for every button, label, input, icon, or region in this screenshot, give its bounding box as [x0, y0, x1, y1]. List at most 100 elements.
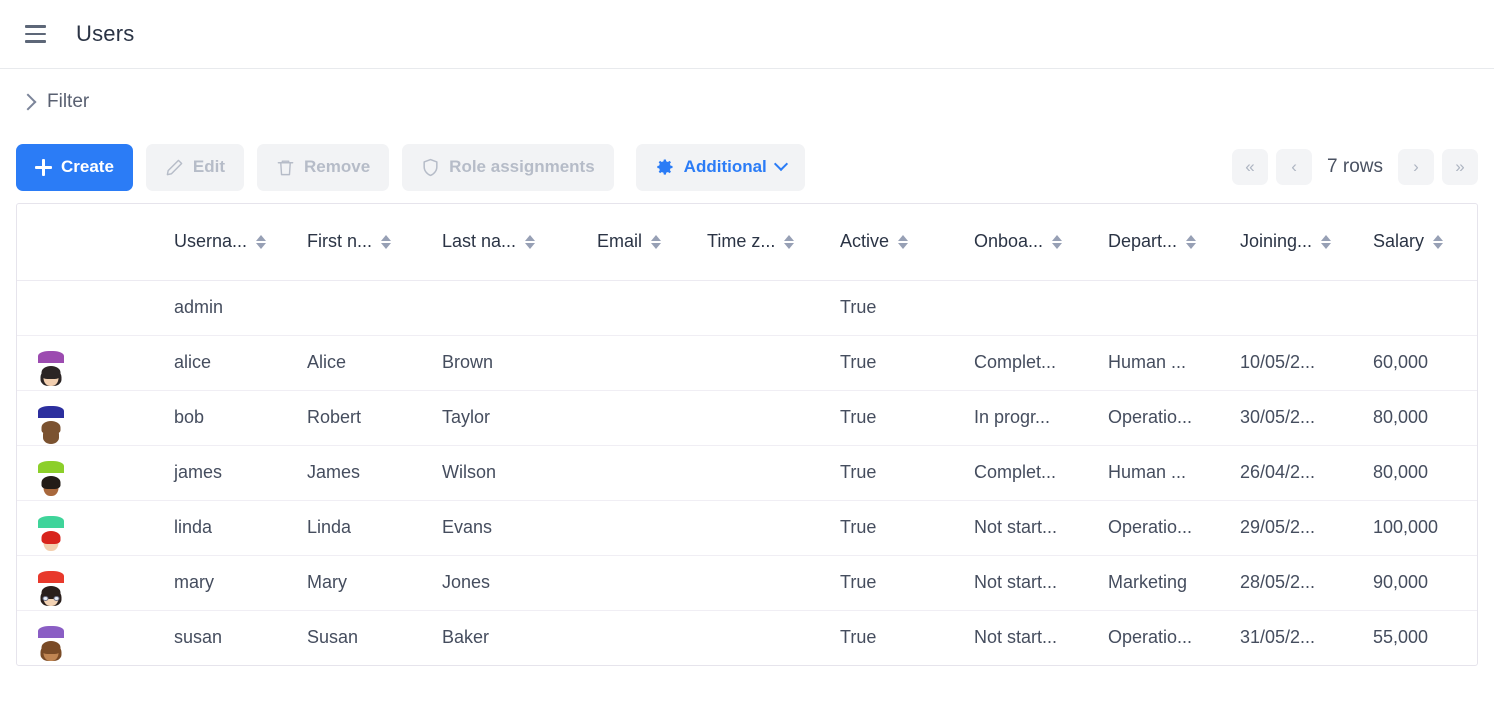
cell-joining [1228, 280, 1361, 335]
table-row[interactable]: bobRobertTaylorTrueIn progr...Operatio..… [17, 390, 1477, 445]
cell-tz [695, 390, 828, 445]
trash-icon [276, 158, 295, 177]
cell-email [585, 335, 695, 390]
column-header-active[interactable]: Active [828, 204, 962, 280]
edit-button-label: Edit [193, 157, 225, 177]
sort-arrows-icon[interactable] [784, 235, 794, 249]
column-header-first[interactable]: First n... [295, 204, 430, 280]
sort-arrows-icon[interactable] [1321, 235, 1331, 249]
cell-first: Susan [295, 610, 430, 665]
cell-avatar [17, 335, 162, 390]
column-header-tz[interactable]: Time z... [695, 204, 828, 280]
cell-tz [695, 445, 828, 500]
cell-tz [695, 610, 828, 665]
hamburger-bar [25, 33, 46, 36]
column-header-salary[interactable]: Salary [1361, 204, 1477, 280]
filter-label: Filter [47, 91, 89, 113]
column-header-inner: Joining... [1240, 231, 1331, 252]
table-row[interactable]: adminTrue [17, 280, 1477, 335]
cell-dept: Human ... [1096, 445, 1228, 500]
table-row[interactable]: jamesJamesWilsonTrueComplet...Human ...2… [17, 445, 1477, 500]
remove-button-label: Remove [304, 157, 370, 177]
cell-tz [695, 500, 828, 555]
edit-button[interactable]: Edit [146, 144, 244, 191]
additional-button[interactable]: Additional [636, 144, 805, 191]
pencil-icon [165, 158, 184, 177]
cell-onboard: Not start... [962, 500, 1096, 555]
cell-onboard: Not start... [962, 610, 1096, 665]
column-header-label: Depart... [1108, 231, 1177, 252]
sort-arrows-icon[interactable] [381, 235, 391, 249]
sort-arrows-icon[interactable] [256, 235, 266, 249]
last-page-button[interactable]: » [1442, 149, 1478, 185]
sort-arrows-icon[interactable] [1052, 235, 1062, 249]
cell-active: True [828, 445, 962, 500]
cell-dept: Operatio... [1096, 390, 1228, 445]
prev-page-button[interactable]: ‹ [1276, 149, 1312, 185]
table-header-row: Userna... First n... Last na... Email Time z… [17, 204, 1477, 280]
table-row[interactable]: lindaLindaEvansTrueNot start...Operatio.… [17, 500, 1477, 555]
cell-dept: Operatio... [1096, 500, 1228, 555]
sort-arrows-icon[interactable] [651, 235, 661, 249]
users-table: Userna... First n... Last na... Email Time z… [17, 204, 1477, 665]
table-row[interactable]: susanSusanBakerTrueNot start...Operatio.… [17, 610, 1477, 665]
cell-salary: 80,000 [1361, 390, 1477, 445]
filter-row: Filter [0, 69, 1494, 135]
cell-first [295, 280, 430, 335]
cell-username: admin [162, 280, 295, 335]
cell-active: True [828, 555, 962, 610]
column-header-label: Salary [1373, 231, 1424, 252]
cell-username: james [162, 445, 295, 500]
cell-first: Linda [295, 500, 430, 555]
column-header-inner: Depart... [1108, 231, 1196, 252]
column-header-inner: Email [597, 231, 661, 252]
cell-salary: 80,000 [1361, 445, 1477, 500]
column-header-joining[interactable]: Joining... [1228, 204, 1361, 280]
cell-joining: 31/05/2... [1228, 610, 1361, 665]
table-row[interactable]: maryMaryJonesTrueNot start...Marketing28… [17, 555, 1477, 610]
cell-email [585, 555, 695, 610]
table-header: Userna... First n... Last na... Email Time z… [17, 204, 1477, 280]
column-header-label: Onboa... [974, 231, 1043, 252]
column-header-label: First n... [307, 231, 372, 252]
column-header-email[interactable]: Email [585, 204, 695, 280]
column-header-username[interactable]: Userna... [162, 204, 295, 280]
column-header-inner: Userna... [174, 231, 266, 252]
cell-dept: Human ... [1096, 335, 1228, 390]
first-page-button[interactable]: « [1232, 149, 1268, 185]
column-header-dept[interactable]: Depart... [1096, 204, 1228, 280]
sort-arrows-icon[interactable] [898, 235, 908, 249]
cell-joining: 29/05/2... [1228, 500, 1361, 555]
cell-username: bob [162, 390, 295, 445]
app-bar: Users [0, 0, 1494, 69]
cell-tz [695, 280, 828, 335]
hamburger-bar [25, 40, 46, 43]
role-assignments-button[interactable]: Role assignments [402, 144, 614, 191]
next-page-button[interactable]: › [1398, 149, 1434, 185]
cell-last: Wilson [430, 445, 585, 500]
cell-username: susan [162, 610, 295, 665]
hamburger-menu-icon[interactable] [18, 17, 52, 51]
create-button[interactable]: Create [16, 144, 133, 191]
cell-salary: 60,000 [1361, 335, 1477, 390]
column-header-inner: Last na... [442, 231, 535, 252]
table-body: adminTruealiceAliceBrownTrueComplet...Hu… [17, 280, 1477, 665]
cell-email [585, 390, 695, 445]
filter-toggle[interactable]: Filter [20, 91, 89, 113]
cell-username: mary [162, 555, 295, 610]
remove-button[interactable]: Remove [257, 144, 389, 191]
column-header-last[interactable]: Last na... [430, 204, 585, 280]
sort-arrows-icon[interactable] [1433, 235, 1443, 249]
cell-salary: 55,000 [1361, 610, 1477, 665]
cell-email [585, 500, 695, 555]
column-header-onboard[interactable]: Onboa... [962, 204, 1096, 280]
cell-onboard: Complet... [962, 335, 1096, 390]
cell-email [585, 445, 695, 500]
cell-last: Jones [430, 555, 585, 610]
table-row[interactable]: aliceAliceBrownTrueComplet...Human ...10… [17, 335, 1477, 390]
sort-arrows-icon[interactable] [525, 235, 535, 249]
sort-arrows-icon[interactable] [1186, 235, 1196, 249]
column-header-inner: Onboa... [974, 231, 1062, 252]
cell-salary [1361, 280, 1477, 335]
column-header-label: Time z... [707, 231, 775, 252]
